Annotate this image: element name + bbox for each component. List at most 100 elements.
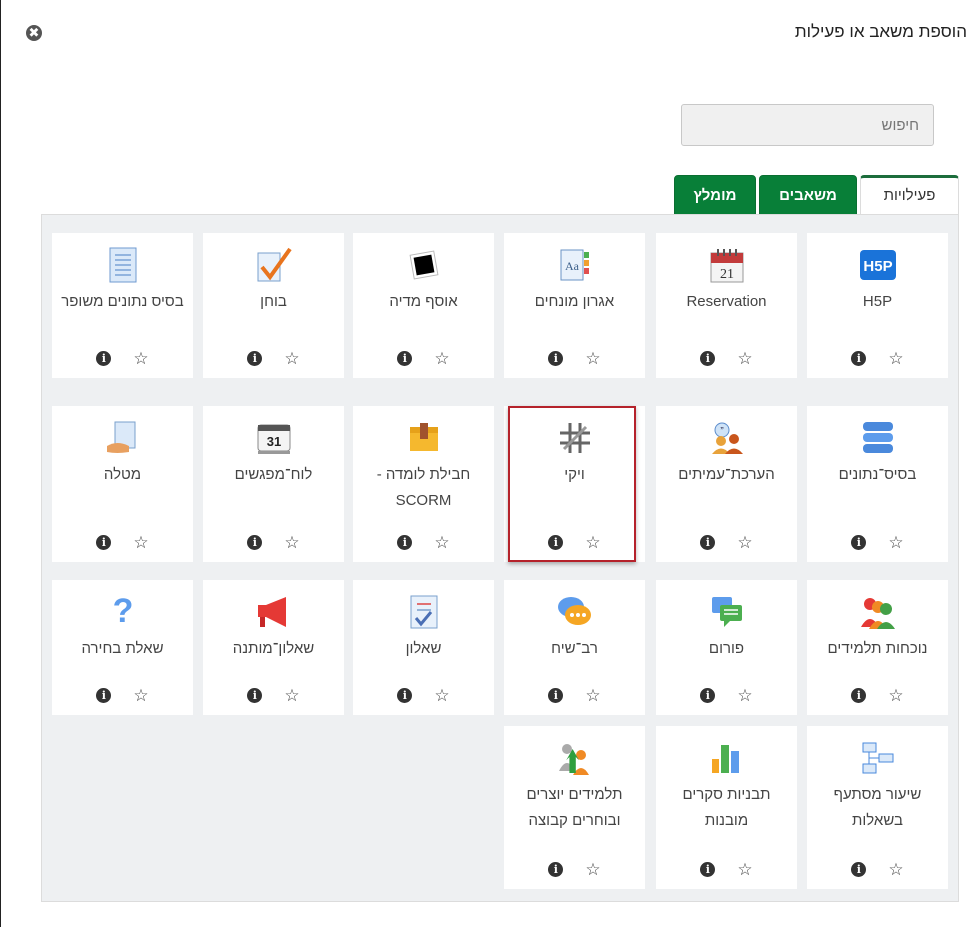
module-name: Reservation xyxy=(686,293,767,310)
module-actions: i ☆ xyxy=(807,861,948,878)
module-actions: i ☆ xyxy=(353,534,494,551)
info-icon[interactable]: i xyxy=(247,535,263,550)
module-card[interactable]: 31 לוח־מפגשים i ☆ xyxy=(203,406,344,562)
info-icon[interactable]: i xyxy=(96,535,112,550)
close-icon[interactable]: ✖ xyxy=(26,25,42,41)
module-card[interactable]: נוכחות תלמידים i ☆ xyxy=(807,580,948,715)
module-card[interactable]: תבניות סקרים מובנות i ☆ xyxy=(656,726,797,889)
module-card[interactable]: תלמידים יוצרים ובוחרים קבוצה i ☆ xyxy=(504,726,645,889)
document-icon xyxy=(105,247,141,283)
module-name: בוחן xyxy=(260,293,287,310)
info-icon[interactable]: i xyxy=(700,688,716,703)
module-actions: i ☆ xyxy=(203,687,344,704)
quiz-icon xyxy=(256,247,292,283)
star-icon[interactable]: ☆ xyxy=(434,687,449,704)
star-icon[interactable]: ☆ xyxy=(888,861,903,878)
info-icon[interactable]: i xyxy=(397,535,413,550)
module-card[interactable]: רב־שיח i ☆ xyxy=(504,580,645,715)
svg-text:?: ? xyxy=(112,594,133,630)
tab-activities[interactable]: פעילויות xyxy=(860,175,959,215)
module-card[interactable]: Aa אגרון מונחים i ☆ xyxy=(504,233,645,378)
module-card[interactable]: שיעור מסתעף בשאלות i ☆ xyxy=(807,726,948,889)
module-card[interactable]: 21 Reservation i ☆ xyxy=(656,233,797,378)
info-icon[interactable]: i xyxy=(851,688,867,703)
info-icon[interactable]: i xyxy=(700,535,716,550)
module-name: בסיס נתונים משופר xyxy=(61,293,184,310)
module-card[interactable]: בוחן i ☆ xyxy=(203,233,344,378)
module-actions: i ☆ xyxy=(504,687,645,704)
module-actions: i ☆ xyxy=(656,534,797,551)
module-card[interactable]: ” הערכת־עמיתים i ☆ xyxy=(656,406,797,562)
module-card[interactable]: שאלון־מותנה i ☆ xyxy=(203,580,344,715)
media-collection-icon xyxy=(406,247,442,283)
info-icon[interactable]: i xyxy=(548,351,564,366)
module-card[interactable]: חבילת לומדה - SCORM i ☆ xyxy=(353,406,494,562)
star-icon[interactable]: ☆ xyxy=(737,534,752,551)
star-icon[interactable]: ☆ xyxy=(585,861,600,878)
star-icon[interactable]: ☆ xyxy=(737,687,752,704)
star-icon[interactable]: ☆ xyxy=(133,687,148,704)
star-icon[interactable]: ☆ xyxy=(284,687,299,704)
search-input[interactable] xyxy=(681,104,934,146)
star-icon[interactable]: ☆ xyxy=(133,350,148,367)
module-actions: i ☆ xyxy=(52,534,193,551)
star-icon[interactable]: ☆ xyxy=(888,534,903,551)
star-icon[interactable]: ☆ xyxy=(434,534,449,551)
calendar-icon: 21 xyxy=(709,247,745,283)
star-icon[interactable]: ☆ xyxy=(888,687,903,704)
svg-text:21: 21 xyxy=(720,267,734,282)
module-card[interactable]: בסיס נתונים משופר i ☆ xyxy=(52,233,193,378)
module-card[interactable]: ? שאלת בחירה i ☆ xyxy=(52,580,193,715)
info-icon[interactable]: i xyxy=(851,535,867,550)
info-icon[interactable]: i xyxy=(851,862,867,877)
module-card[interactable]: מטלה i ☆ xyxy=(52,406,193,562)
tab-resources[interactable]: משאבים xyxy=(759,175,857,215)
star-icon[interactable]: ☆ xyxy=(585,350,600,367)
module-actions: i ☆ xyxy=(656,687,797,704)
module-name: רב־שיח xyxy=(551,640,598,657)
info-icon[interactable]: i xyxy=(700,862,716,877)
module-name: H5P xyxy=(862,293,893,310)
star-icon[interactable]: ☆ xyxy=(284,534,299,551)
info-icon[interactable]: i xyxy=(247,351,263,366)
svg-text:”: ” xyxy=(720,426,723,437)
info-icon[interactable]: i xyxy=(548,688,564,703)
info-icon[interactable]: i xyxy=(397,688,413,703)
module-name: לוח־מפגשים xyxy=(234,466,313,483)
module-card[interactable]: אוסף מדיה i ☆ xyxy=(353,233,494,378)
info-icon[interactable]: i xyxy=(247,688,263,703)
module-actions: i ☆ xyxy=(353,687,494,704)
module-name: אוסף מדיה xyxy=(389,293,458,310)
module-card[interactable]: H5P H5P i ☆ xyxy=(807,233,948,378)
module-card[interactable]: שאלון i ☆ xyxy=(353,580,494,715)
star-icon[interactable]: ☆ xyxy=(284,350,299,367)
svg-text:Aa: Aa xyxy=(565,259,580,273)
module-name: שאלת בחירה xyxy=(81,640,164,657)
info-icon[interactable]: i xyxy=(548,862,564,877)
module-name: נוכחות תלמידים xyxy=(827,640,928,657)
chat-icon xyxy=(557,594,593,630)
module-name: שאלון xyxy=(405,640,442,657)
star-icon[interactable]: ☆ xyxy=(888,350,903,367)
info-icon[interactable]: i xyxy=(96,351,112,366)
info-icon[interactable]: i xyxy=(851,351,867,366)
star-icon[interactable]: ☆ xyxy=(133,534,148,551)
star-icon[interactable]: ☆ xyxy=(737,350,752,367)
group-choice-icon xyxy=(557,740,593,776)
info-icon[interactable]: i xyxy=(397,351,413,366)
module-actions: i ☆ xyxy=(203,534,344,551)
assignment-icon xyxy=(105,420,141,456)
star-icon[interactable]: ☆ xyxy=(434,350,449,367)
info-icon[interactable]: i xyxy=(700,351,716,366)
star-icon[interactable]: ☆ xyxy=(737,861,752,878)
tab-recommended[interactable]: מומלץ xyxy=(674,175,756,215)
dialog-title: הוספת משאב או פעילות xyxy=(794,22,967,41)
survey-chart-icon xyxy=(709,740,745,776)
module-actions: i ☆ xyxy=(504,350,645,367)
module-name: הערכת־עמיתים xyxy=(678,466,775,483)
module-card[interactable]: פורום i ☆ xyxy=(656,580,797,715)
module-card[interactable]: בסיס־נתונים i ☆ xyxy=(807,406,948,562)
star-icon[interactable]: ☆ xyxy=(585,687,600,704)
info-icon[interactable]: i xyxy=(96,688,112,703)
window-edge xyxy=(0,0,1,927)
